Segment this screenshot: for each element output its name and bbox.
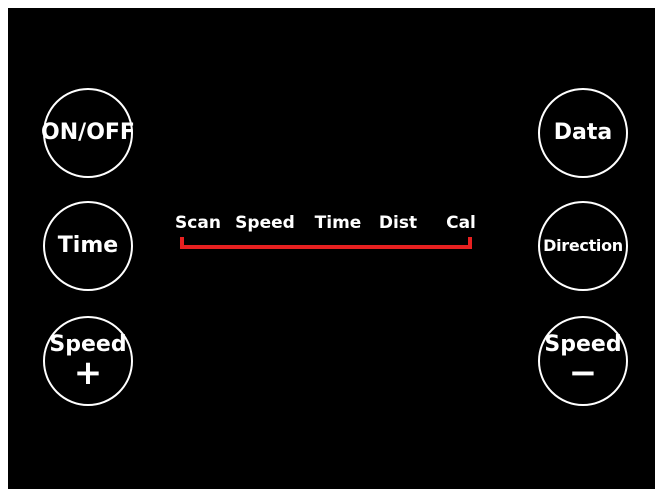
mode-indicator-display: Scan Speed Time Dist Cal — [175, 213, 478, 253]
mode-time-label: Time — [314, 213, 362, 233]
mode-indicator-bracket — [180, 237, 472, 249]
direction-label: Direction — [543, 236, 623, 255]
minus-icon: − — [568, 352, 598, 393]
mode-scan-label: Scan — [175, 213, 221, 233]
mode-speed-label: Speed — [235, 213, 295, 233]
on-off-label: ON/OFF — [41, 120, 135, 145]
speed-down-button[interactable]: Speed − — [538, 316, 628, 406]
mode-cal-label: Cal — [446, 213, 476, 233]
control-panel: ON/OFF Time Speed + Data Direction Speed… — [8, 8, 655, 489]
time-button[interactable]: Time — [43, 201, 133, 291]
data-button[interactable]: Data — [538, 88, 628, 178]
speed-up-button[interactable]: Speed + — [43, 316, 133, 406]
time-label: Time — [57, 233, 119, 258]
data-label: Data — [553, 120, 613, 145]
direction-button[interactable]: Direction — [538, 201, 628, 291]
plus-icon: + — [73, 352, 103, 393]
mode-dist-label: Dist — [378, 213, 418, 233]
on-off-button[interactable]: ON/OFF — [41, 88, 135, 178]
